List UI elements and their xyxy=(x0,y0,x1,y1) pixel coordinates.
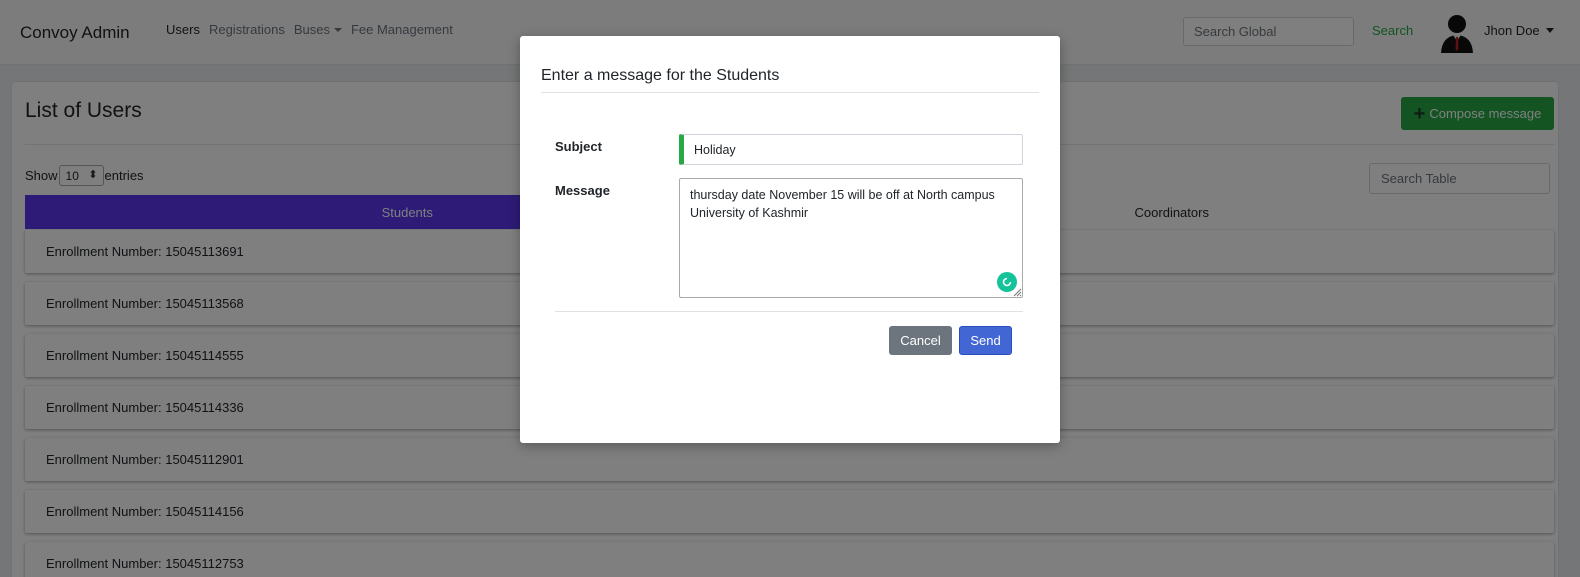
message-textarea[interactable]: thursday date November 15 will be off at… xyxy=(679,178,1023,298)
modal-footer-divider xyxy=(555,311,1023,312)
send-button[interactable]: Send xyxy=(959,326,1012,355)
cancel-button[interactable]: Cancel xyxy=(889,326,952,355)
subject-label: Subject xyxy=(555,139,602,154)
modal-title: Enter a message for the Students xyxy=(541,67,780,84)
message-label: Message xyxy=(555,183,610,198)
compose-message-modal: Enter a message for the Students Subject… xyxy=(520,36,1060,443)
resize-grip-icon[interactable] xyxy=(1013,288,1022,297)
subject-field[interactable] xyxy=(679,134,1023,165)
modal-header-divider xyxy=(541,92,1039,93)
